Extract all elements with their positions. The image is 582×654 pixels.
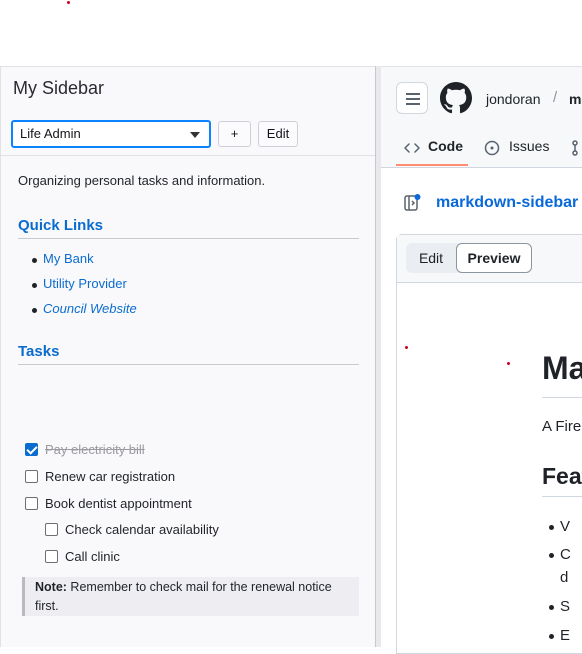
heading-rule	[542, 397, 582, 398]
task-checkbox[interactable]	[25, 470, 38, 483]
github-pane: jondoran / m Code Issues markdown-sideba…	[381, 66, 582, 654]
tab-issues[interactable]: Issues	[509, 138, 549, 154]
preview-list-item: V	[548, 518, 571, 535]
quick-links-heading: Quick Links	[18, 217, 359, 239]
stray-red-dot	[67, 1, 70, 4]
toolbar-divider	[1, 155, 375, 156]
breadcrumb: markdown-sidebar /	[436, 194, 582, 212]
hamburger-icon	[406, 103, 420, 105]
task-checkbox[interactable]	[25, 497, 38, 510]
task-label: Call clinic	[65, 549, 120, 564]
stray-red-dot	[405, 346, 408, 349]
task-checkbox[interactable]	[45, 550, 58, 563]
sidebar-description: Organizing personal tasks and informatio…	[18, 173, 266, 188]
file-editor: Edit Preview Ma A Fire Feat V C d S E	[396, 234, 582, 654]
menu-button[interactable]	[396, 82, 428, 114]
edit-preview-toggle: Edit Preview	[406, 243, 532, 273]
stray-red-dot	[507, 362, 510, 365]
issue-icon	[484, 140, 500, 156]
preview-list-item: S	[548, 598, 571, 615]
preview-list-continuation: d	[560, 569, 569, 586]
repo-link[interactable]: m	[569, 91, 581, 107]
quick-link-text[interactable]: Council Website	[43, 301, 137, 316]
hamburger-icon	[406, 93, 420, 95]
github-header: jondoran / m Code Issues	[381, 67, 582, 168]
quick-link-text[interactable]: My Bank	[43, 251, 94, 266]
file-tree-icon[interactable]	[403, 194, 421, 212]
bullet-icon	[32, 308, 37, 313]
preview-tab-button[interactable]: Preview	[456, 243, 532, 273]
task-checkbox[interactable]	[25, 443, 38, 456]
tasks-heading: Tasks	[18, 343, 359, 365]
owner-link[interactable]: jondoran	[486, 91, 541, 107]
task-label: Check calendar availability	[65, 522, 219, 537]
note-text: Remember to check mail for the renewal n…	[35, 580, 332, 613]
code-icon	[404, 143, 420, 153]
chevron-down-icon	[190, 132, 200, 138]
sidebar-select[interactable]: Life Admin	[11, 120, 211, 148]
tab-code[interactable]: Code	[428, 138, 463, 154]
heading-rule	[542, 496, 582, 497]
task-label: Pay electricity bill	[45, 442, 145, 457]
sidebar-title: My Sidebar	[13, 78, 105, 98]
task-checkbox[interactable]	[45, 523, 58, 536]
edit-tab-button[interactable]: Edit	[406, 243, 456, 273]
task-label: Book dentist appointment	[45, 496, 192, 511]
note-callout: Note: Remember to check mail for the ren…	[22, 577, 359, 616]
repo-tabs: Code Issues	[381, 129, 582, 167]
preview-heading-2: Feat	[542, 463, 582, 489]
hamburger-icon	[406, 98, 420, 100]
task-label: Renew car registration	[45, 469, 176, 484]
preview-paragraph: A Fire	[542, 418, 582, 435]
active-tab-indicator	[396, 164, 468, 166]
note-label: Note:	[35, 580, 67, 594]
pull-request-icon	[572, 140, 578, 156]
sidebar-select-value: Life Admin	[20, 126, 81, 141]
preview-heading-1: Ma	[542, 350, 582, 386]
preview-list-item: C	[549, 546, 571, 563]
quick-link-text[interactable]: Utility Provider	[43, 276, 127, 291]
sidebar-panel: My Sidebar Life Admin + Edit Organizing …	[0, 66, 375, 647]
github-logo-icon[interactable]	[440, 82, 472, 114]
bullet-icon	[32, 258, 37, 263]
bullet-icon	[32, 283, 37, 288]
edit-sidebar-button[interactable]: Edit	[258, 121, 298, 147]
preview-list-item: E	[548, 627, 571, 644]
breadcrumb-repo[interactable]: markdown-sidebar	[436, 194, 578, 211]
add-sidebar-button[interactable]: +	[218, 121, 251, 147]
editor-toolbar: Edit Preview	[397, 235, 582, 283]
path-separator: /	[553, 89, 558, 106]
